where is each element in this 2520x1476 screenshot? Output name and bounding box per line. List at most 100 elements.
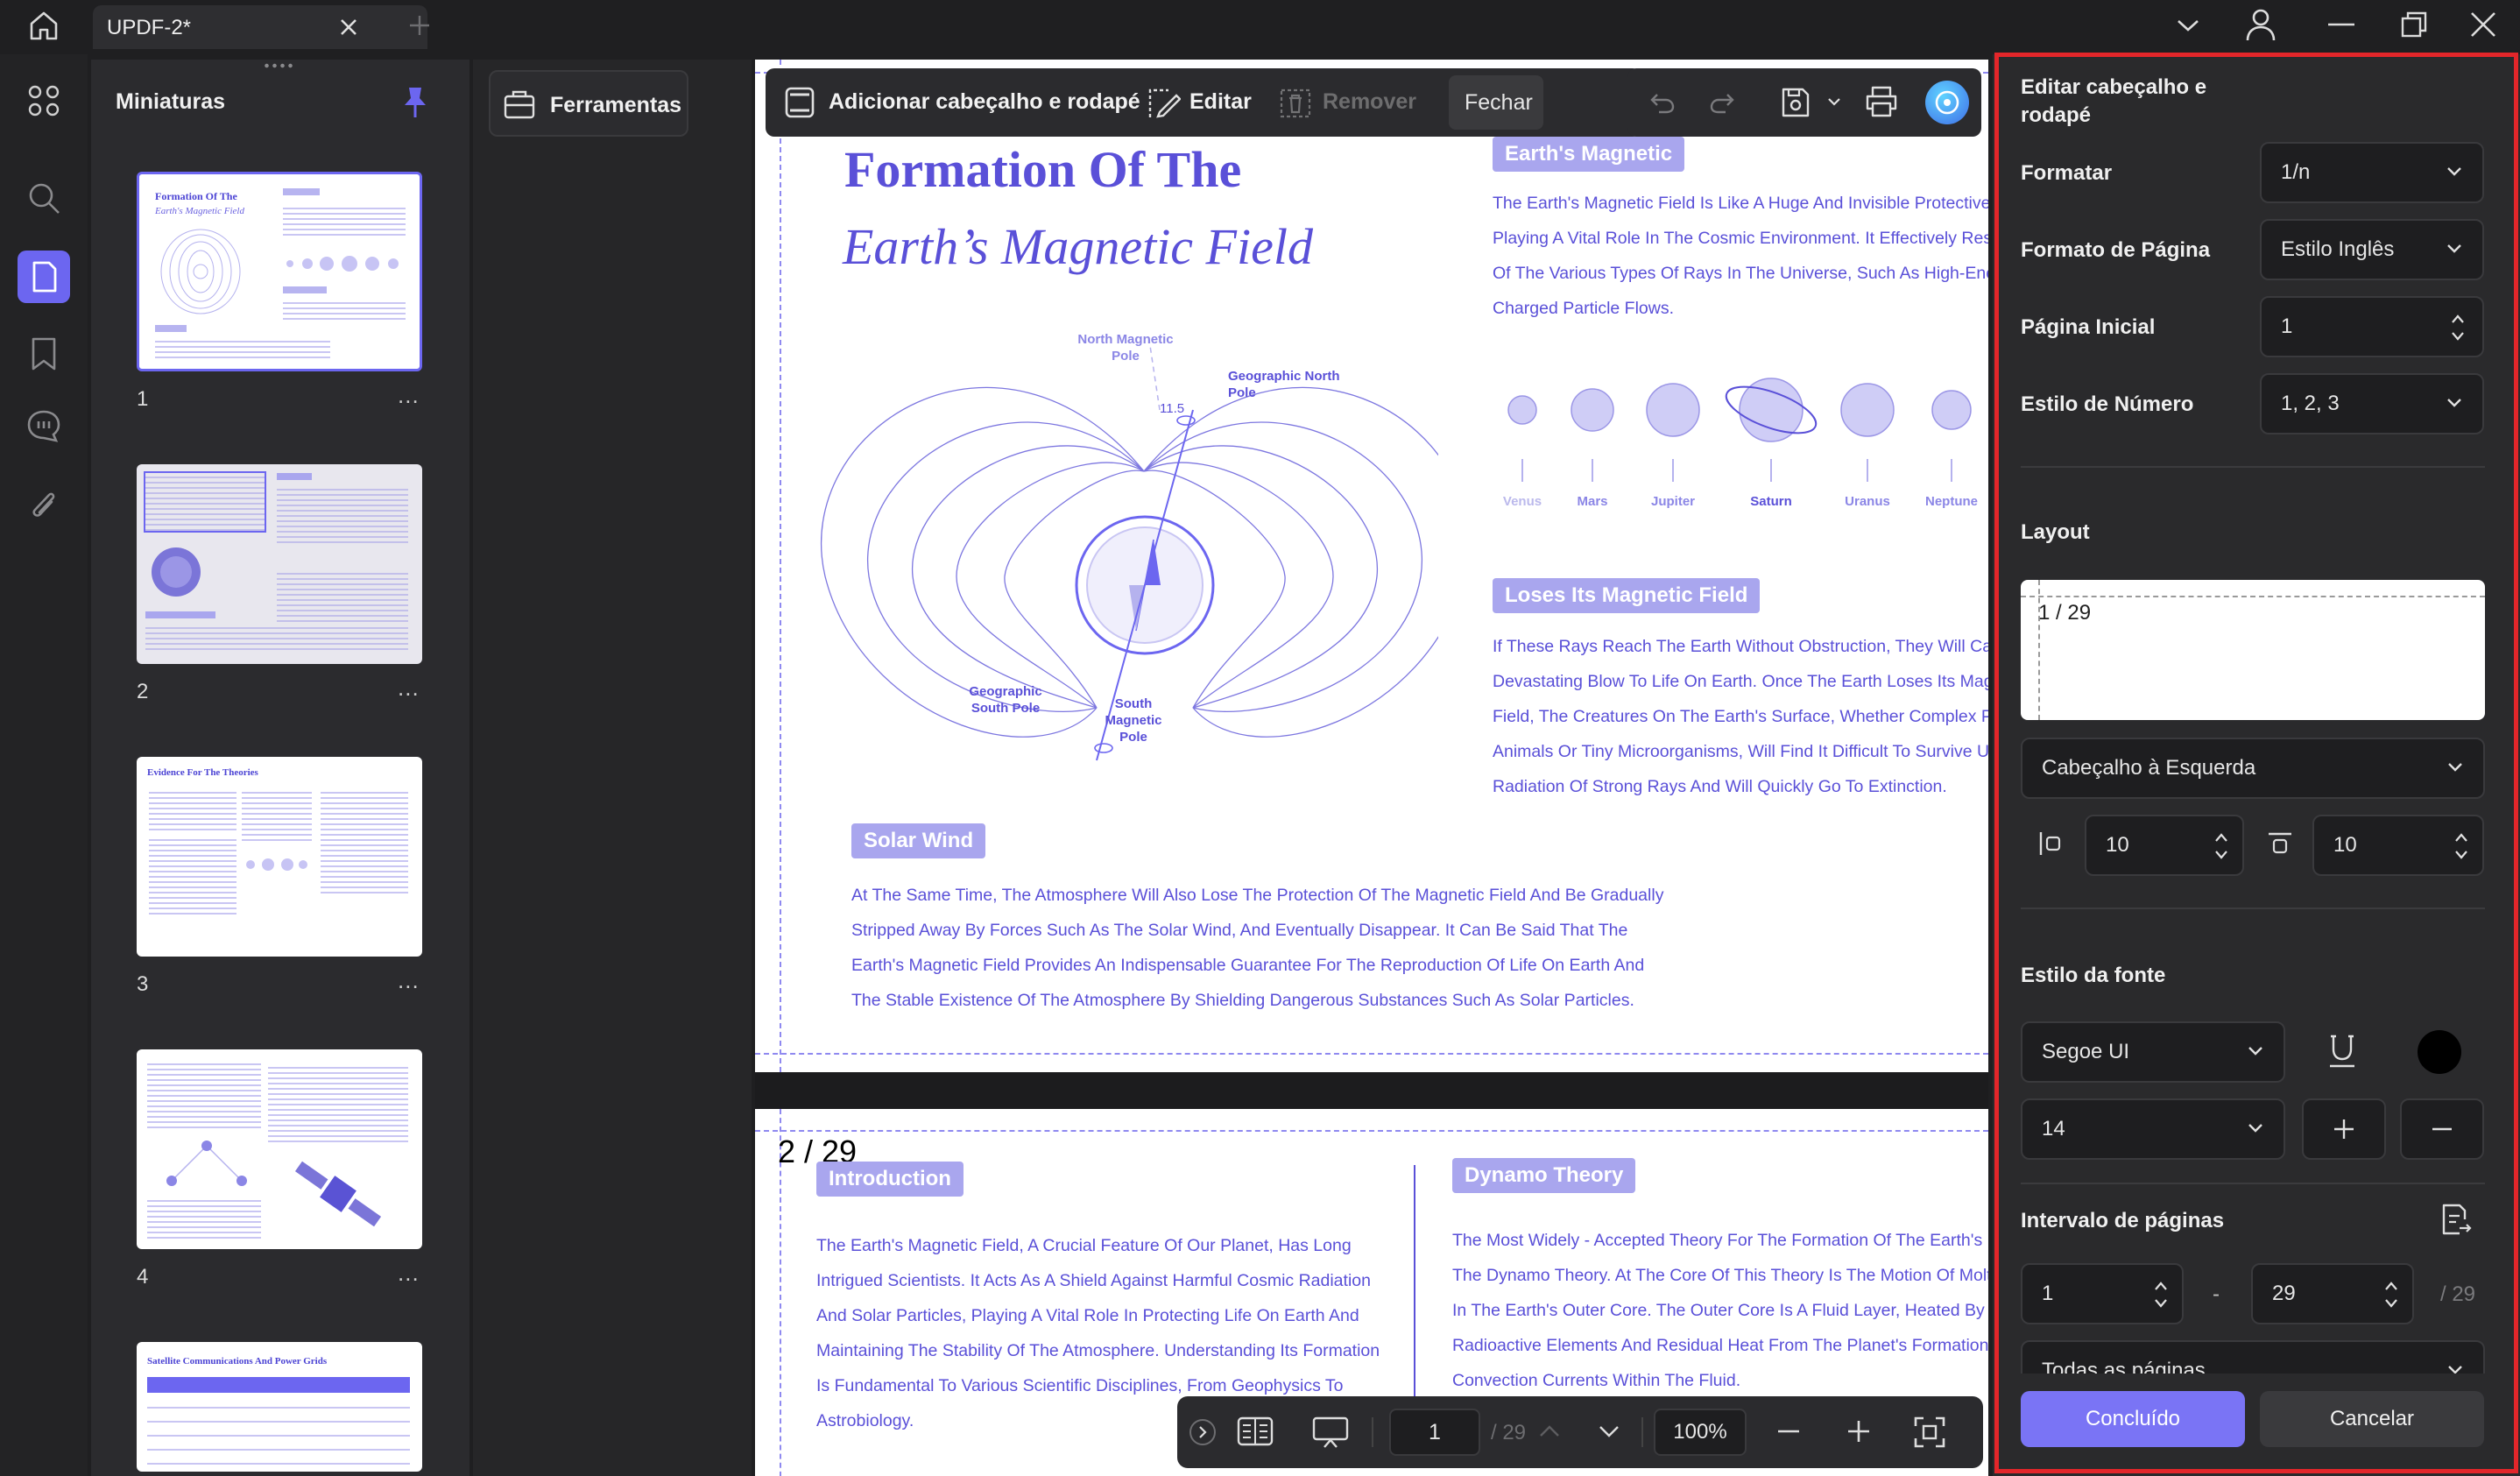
chevron-down-icon (2447, 399, 2461, 407)
left-margin-stepper[interactable]: 10 (2085, 815, 2244, 876)
thumbnail-page-4[interactable] (137, 1049, 422, 1249)
tools-label: Ferramentas (550, 93, 682, 117)
stepper-icon[interactable] (2449, 310, 2467, 345)
presentation-icon[interactable] (1312, 1416, 1349, 1449)
chevron-down-icon (2248, 1047, 2262, 1056)
account-icon[interactable] (2245, 7, 2276, 42)
thumbnail-page-5[interactable]: Satellite Communications And Power Grids (137, 1342, 422, 1472)
ai-assistant-icon[interactable] (1925, 81, 1969, 124)
page-title: Formation Of The (844, 141, 1242, 198)
expand-icon[interactable] (1189, 1419, 1216, 1445)
font-family-select[interactable]: Segoe UI (2021, 1021, 2285, 1083)
apps-grid-icon[interactable] (28, 85, 60, 117)
save-icon[interactable] (1780, 86, 1811, 119)
document-tab[interactable]: UPDF-2* (93, 5, 427, 49)
thumbnail-more-button[interactable]: ... (398, 1260, 420, 1287)
cancel-button[interactable]: Cancelar (2260, 1391, 2484, 1447)
close-tab-icon[interactable] (338, 17, 359, 38)
title-bar: UPDF-2* (0, 0, 2520, 51)
home-icon[interactable] (26, 9, 61, 42)
print-icon[interactable] (1864, 84, 1899, 119)
edit-button[interactable]: Editar (1140, 77, 1263, 128)
page-range-settings-icon[interactable] (2439, 1202, 2472, 1237)
page-number-input[interactable]: 1 (1389, 1409, 1480, 1456)
thumbnail-page-1[interactable]: Formation Of The Earth's Magnetic Field (137, 172, 422, 371)
thumbnail-number: 4 (137, 1265, 149, 1289)
page-range-label: Intervalo de páginas (2021, 1209, 2225, 1232)
left-rail (0, 54, 88, 1476)
diagram-label: 11.5 (1160, 401, 1185, 416)
close-button[interactable]: Fechar (1449, 75, 1543, 130)
done-button[interactable]: Concluído (2021, 1391, 2245, 1447)
redo-icon[interactable] (1710, 91, 1738, 114)
pages-icon[interactable] (18, 251, 70, 303)
chevron-down-icon[interactable] (2175, 16, 2201, 35)
format-select[interactable]: 1/n (2260, 142, 2484, 203)
number-style-select[interactable]: 1, 2, 3 (2260, 373, 2484, 434)
new-tab-icon[interactable] (408, 14, 431, 37)
layout-label: Layout (2021, 520, 2090, 544)
stepper-icon[interactable] (2213, 829, 2230, 864)
save-dropdown-icon[interactable] (1827, 96, 1841, 107)
edit-icon (1148, 88, 1181, 118)
layout-preview[interactable]: 1 / 29 (2021, 580, 2485, 720)
thumbnail-heading: Satellite Communications And Power Grids (147, 1356, 328, 1367)
chevron-down-icon[interactable] (1598, 1424, 1620, 1440)
panel-title: Editar cabeçalho e rodapé (2021, 75, 2207, 127)
page-subtitle: Earth’s Magnetic Field (843, 218, 1313, 275)
minimize-icon[interactable] (2328, 23, 2354, 26)
start-page-stepper[interactable]: 1 (2260, 296, 2484, 357)
increase-font-button[interactable] (2302, 1098, 2386, 1160)
thumbnail-number: 3 (137, 972, 149, 996)
zoom-out-icon[interactable] (1776, 1430, 1801, 1433)
decrease-font-button[interactable] (2400, 1098, 2484, 1160)
chevron-down-icon (2448, 1366, 2462, 1374)
thumbnail-more-button[interactable]: ... (398, 967, 420, 994)
magnetic-field-diagram (820, 339, 1438, 761)
position-select[interactable]: Cabeçalho à Esquerda (2021, 738, 2485, 799)
top-margin-stepper[interactable]: 10 (2312, 815, 2484, 876)
thumbnail-page-3[interactable]: Evidence For The Theories (137, 757, 422, 957)
tools-button[interactable]: Ferramentas (489, 70, 688, 137)
comment-icon[interactable] (26, 408, 61, 443)
restore-icon[interactable] (2400, 11, 2428, 39)
plus-icon (2334, 1119, 2354, 1139)
stepper-icon[interactable] (2382, 1277, 2400, 1312)
thumbnail-number: 2 (137, 680, 149, 703)
pages-select[interactable]: Todas as páginas (2021, 1340, 2485, 1374)
page-nav-bar: 1 / 29 100% (1177, 1396, 1983, 1468)
page-format-select[interactable]: Estilo Inglês (2260, 219, 2484, 280)
zoom-in-icon[interactable] (1846, 1419, 1871, 1444)
chevron-up-icon[interactable] (1538, 1423, 1561, 1438)
range-dash: - (2213, 1282, 2220, 1306)
trash-icon (1280, 88, 1311, 118)
planet-labels: Venus Mars Jupiter Saturn Uranus Neptune (1502, 494, 1978, 509)
range-to-stepper[interactable]: 29 (2251, 1263, 2414, 1324)
section-label: Dynamo Theory (1452, 1158, 1636, 1193)
fit-page-icon[interactable] (1913, 1416, 1946, 1449)
add-header-footer-label: Adicionar cabeçalho e rodapé (829, 89, 1140, 114)
range-from-stepper[interactable]: 1 (2021, 1263, 2184, 1324)
resize-handle[interactable] (263, 63, 294, 68)
top-margin-icon (2267, 830, 2293, 857)
chevron-down-icon (2447, 167, 2461, 176)
undo-icon[interactable] (1647, 91, 1675, 114)
start-page-label: Página Inicial (2021, 315, 2156, 339)
close-window-icon[interactable] (2469, 11, 2497, 39)
remove-button[interactable]: Remover (1274, 77, 1431, 128)
bookmark-icon[interactable] (30, 336, 58, 371)
zoom-input[interactable]: 100% (1654, 1409, 1747, 1456)
page-layout-icon[interactable] (1237, 1416, 1274, 1447)
search-icon[interactable] (26, 180, 61, 215)
attachment-icon[interactable] (28, 487, 60, 522)
quick-toolbar (1627, 68, 1981, 137)
stepper-icon[interactable] (2152, 1277, 2170, 1312)
font-size-select[interactable]: 14 (2021, 1098, 2285, 1160)
thumbnail-more-button[interactable]: ... (398, 674, 420, 702)
pin-icon[interactable] (401, 86, 429, 119)
font-color-swatch[interactable] (2418, 1030, 2461, 1074)
thumbnail-more-button[interactable]: ... (398, 382, 420, 409)
stepper-icon[interactable] (2453, 829, 2470, 864)
thumbnail-page-2[interactable] (137, 464, 422, 664)
underline-icon[interactable] (2326, 1034, 2358, 1069)
